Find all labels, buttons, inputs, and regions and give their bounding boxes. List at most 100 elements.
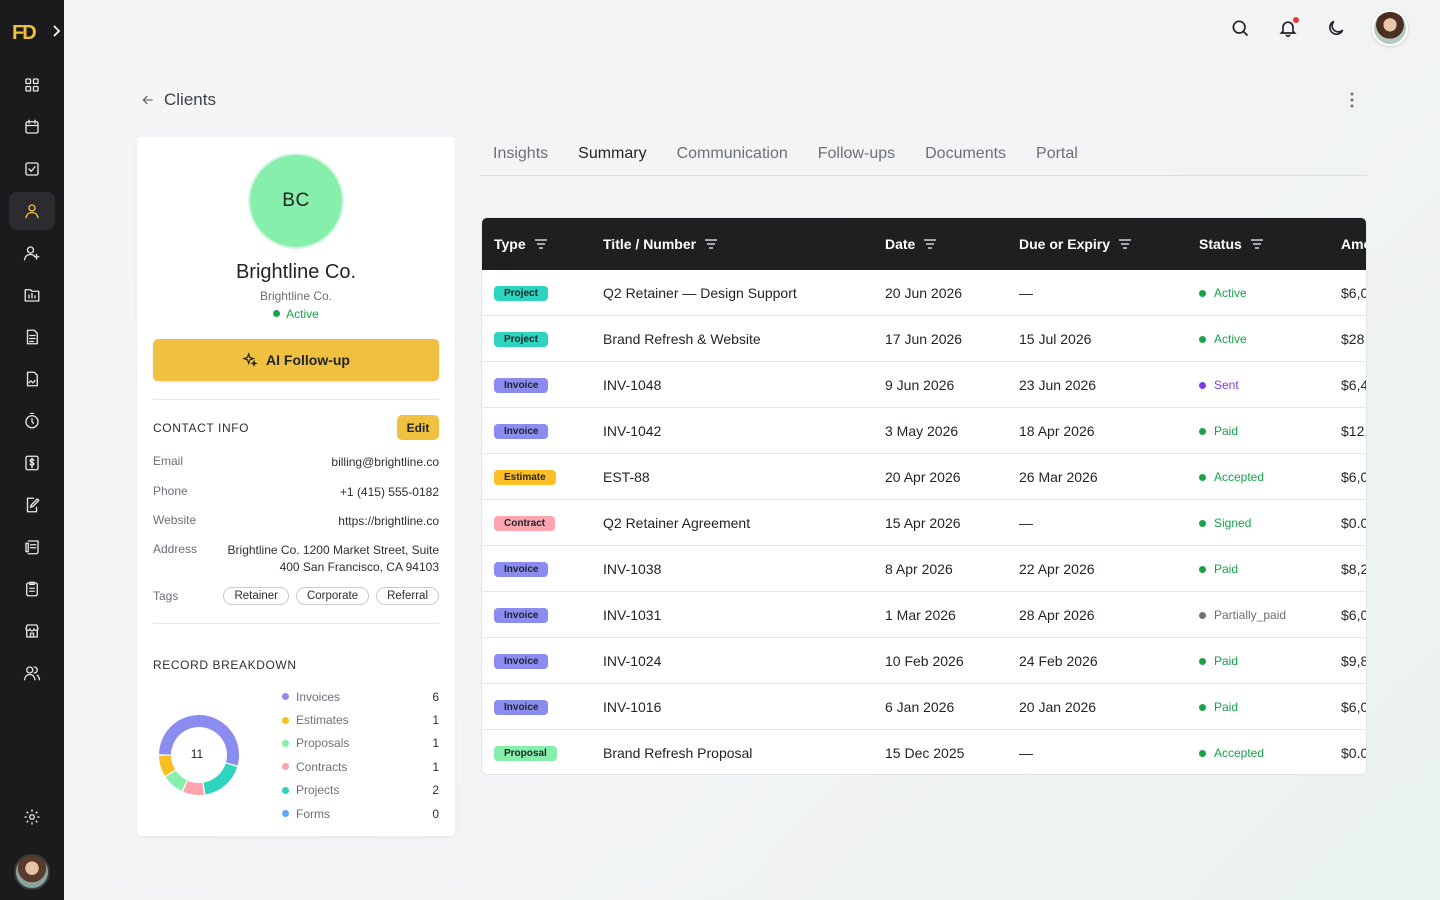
status-badge: Sent — [1199, 378, 1239, 392]
status-label: Paid — [1214, 562, 1239, 576]
tag-chip[interactable]: Referral — [376, 587, 439, 605]
tab-summary[interactable]: Summary — [578, 136, 646, 175]
table-row[interactable]: Invoice INV-1031 1 Mar 2026 28 Apr 2026 Part… — [482, 592, 1366, 638]
table-row[interactable]: Invoice INV-1042 3 May 2026 18 Apr 2026 Paid… — [482, 408, 1366, 454]
title-cell[interactable]: INV-1048 — [603, 362, 661, 408]
settings-gear-icon[interactable] — [9, 798, 55, 836]
user-icon — [25, 204, 39, 219]
expand-sidebar-icon[interactable] — [50, 24, 62, 43]
filter-icon[interactable] — [1250, 237, 1264, 251]
column-header-due-or-expiry[interactable]: Due or Expiry — [1019, 218, 1132, 270]
sidebar-item-estimates[interactable] — [9, 486, 55, 524]
sidebar-item-invoices[interactable] — [9, 444, 55, 482]
website-value[interactable]: https://brightline.co — [338, 513, 439, 530]
legend-item-estimates: Estimates 1 — [282, 708, 439, 731]
app-logo[interactable]: FD — [12, 22, 37, 45]
user-plus-icon — [23, 246, 40, 261]
sidebar-item-time[interactable] — [9, 402, 55, 440]
status-label: Paid — [1214, 424, 1239, 438]
sparkles-icon — [242, 352, 258, 368]
back-to-clients-link[interactable]: Clients — [140, 90, 216, 110]
search-icon[interactable] — [1228, 16, 1252, 40]
table-row[interactable]: Invoice INV-1016 6 Jan 2026 20 Jan 2026 Paid… — [482, 684, 1366, 730]
sidebar-item-receipts[interactable] — [9, 528, 55, 566]
column-header-type[interactable]: Type — [494, 218, 548, 270]
sidebar-item-add-user[interactable] — [9, 234, 55, 272]
date-cell: 8 Apr 2026 — [885, 561, 953, 577]
sidebar-item-calendar[interactable] — [9, 108, 55, 146]
date-cell: 9 Jun 2026 — [885, 377, 955, 393]
status-badge: Paid — [1199, 654, 1238, 668]
column-header-status[interactable]: Status — [1199, 218, 1264, 270]
status-cell: Sent — [1199, 362, 1239, 408]
filter-icon[interactable] — [534, 237, 548, 251]
title-cell[interactable]: INV-1038 — [603, 546, 661, 592]
tag-chip[interactable]: Retainer — [223, 587, 289, 605]
sidebar-item-documents[interactable] — [9, 318, 55, 356]
sidebar-item-forms[interactable] — [9, 570, 55, 608]
calendar-icon — [25, 119, 39, 134]
table-row[interactable]: Invoice INV-1048 9 Jun 2026 23 Jun 2026 Sent… — [482, 362, 1366, 408]
column-header-date[interactable]: Date — [885, 218, 937, 270]
status-cell: Partially_paid — [1199, 592, 1286, 638]
sidebar-item-projects[interactable] — [9, 276, 55, 314]
type-cell: Invoice — [494, 408, 549, 454]
website-row: Website https://brightline.co — [153, 513, 439, 530]
title-cell[interactable]: Q2 Retainer — Design Support — [603, 270, 797, 316]
edit-contact-button[interactable]: Edit — [397, 415, 439, 440]
table-row[interactable]: Estimate EST-88 20 Apr 2026 26 Mar 2026 Acce… — [482, 454, 1366, 500]
grid-icon — [25, 78, 39, 92]
record-breakdown-donut: 11 — [159, 715, 239, 795]
sidebar-item-tasks[interactable] — [9, 150, 55, 188]
column-header-amo[interactable]: Amo — [1341, 218, 1366, 270]
sidebar-item-dashboard[interactable] — [9, 66, 55, 104]
title-cell[interactable]: INV-1024 — [603, 638, 661, 684]
ai-follow-up-button[interactable]: AI Follow-up — [153, 339, 439, 381]
column-header-label: Amo — [1341, 236, 1366, 252]
type-badge: Proposal — [494, 745, 557, 761]
tab-communication[interactable]: Communication — [677, 136, 788, 175]
title-cell[interactable]: Brand Refresh & Website — [603, 316, 761, 362]
title-cell[interactable]: INV-1031 — [603, 592, 661, 638]
checkbox-icon — [25, 162, 39, 176]
filter-icon[interactable] — [1118, 237, 1132, 251]
title-cell[interactable]: Q2 Retainer Agreement — [603, 500, 750, 546]
title-cell[interactable]: EST-88 — [603, 454, 650, 500]
more-options-icon[interactable] — [1344, 90, 1360, 115]
column-header-label: Title / Number — [603, 236, 697, 252]
status-cell: Signed — [1199, 500, 1251, 546]
column-header-title-number[interactable]: Title / Number — [603, 218, 718, 270]
title-cell[interactable]: INV-1042 — [603, 408, 661, 454]
status-label: Accepted — [1214, 470, 1265, 484]
user-avatar[interactable] — [1372, 10, 1408, 46]
website-label: Website — [153, 513, 197, 527]
table-row[interactable]: Contract Q2 Retainer Agreement 15 Apr 2026… — [482, 500, 1366, 546]
table-row[interactable]: Project Q2 Retainer — Design Support 20 Ju… — [482, 270, 1366, 316]
sidebar-item-clients[interactable] — [9, 192, 55, 230]
table-row[interactable]: Invoice INV-1024 10 Feb 2026 24 Feb 2026 Pai… — [482, 638, 1366, 684]
tab-follow-ups[interactable]: Follow-ups — [818, 136, 895, 175]
user-avatar-sidebar[interactable] — [14, 854, 50, 890]
table-row[interactable]: Project Brand Refresh & Website 17 Jun 202… — [482, 316, 1366, 362]
tab-insights[interactable]: Insights — [493, 136, 548, 175]
notification-bell-icon[interactable] — [1276, 16, 1300, 40]
title-cell[interactable]: Brand Refresh Proposal — [603, 730, 752, 774]
email-value[interactable]: billing@brightline.co — [331, 454, 439, 471]
table-row[interactable]: Proposal Brand Refresh Proposal 15 Dec 202… — [482, 730, 1366, 774]
legend-count: 0 — [432, 806, 439, 821]
tab-portal[interactable]: Portal — [1036, 136, 1078, 175]
sidebar-item-team[interactable] — [9, 654, 55, 692]
filter-icon[interactable] — [704, 237, 718, 251]
status-dot — [1199, 749, 1206, 757]
tag-chip[interactable]: Corporate — [295, 587, 370, 605]
title-cell[interactable]: INV-1016 — [603, 684, 661, 730]
tab-documents[interactable]: Documents — [925, 136, 1006, 175]
filter-icon[interactable] — [923, 237, 937, 251]
tags-label: Tags — [153, 589, 179, 603]
phone-value[interactable]: +1 (415) 555-0182 — [340, 484, 439, 501]
sidebar-item-store[interactable] — [9, 612, 55, 650]
dark-mode-moon-icon[interactable] — [1324, 16, 1348, 40]
sidebar-item-contracts[interactable] — [9, 360, 55, 398]
status-badge: Active — [1199, 332, 1247, 346]
table-row[interactable]: Invoice INV-1038 8 Apr 2026 22 Apr 2026 Paid… — [482, 546, 1366, 592]
